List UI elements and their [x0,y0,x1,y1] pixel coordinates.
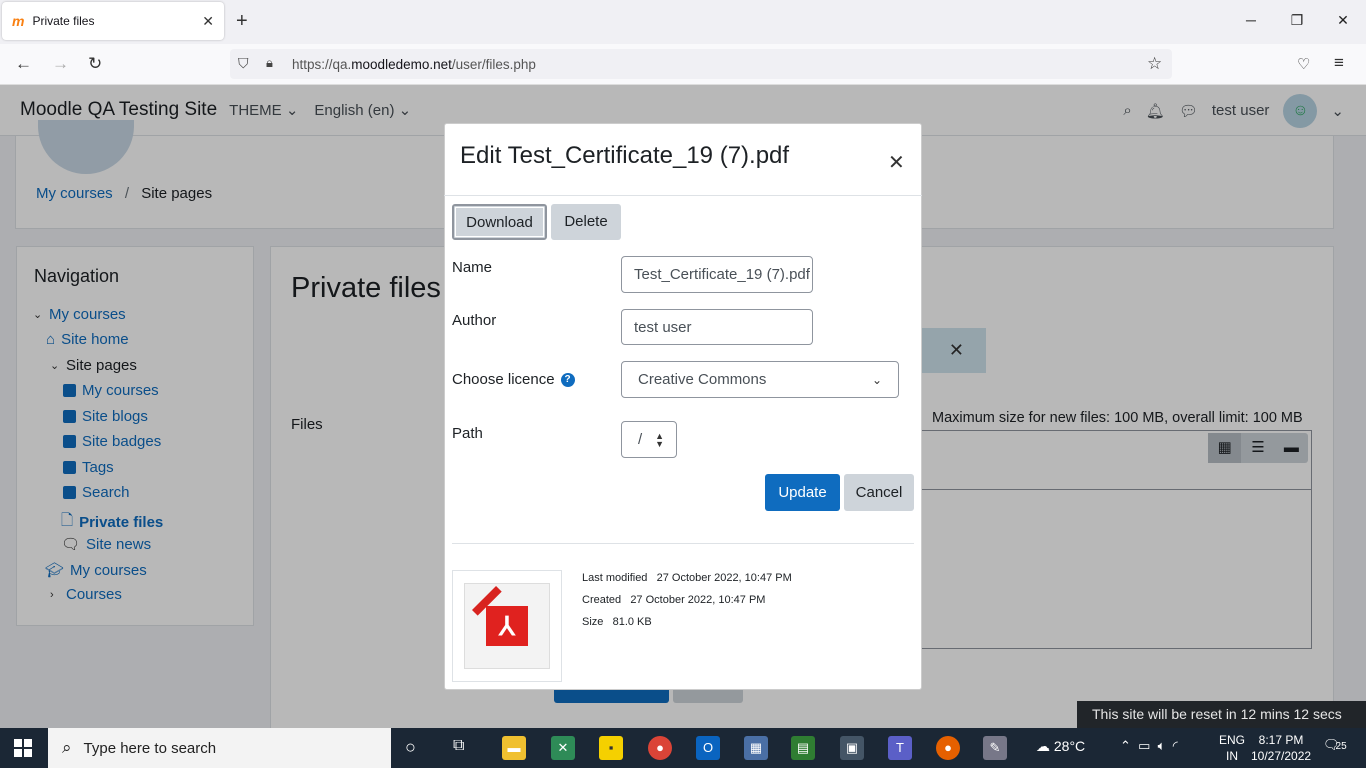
new-tab-icon[interactable]: + [236,10,248,33]
path-label: Path [452,425,483,442]
temperature: 28°C [1053,738,1086,754]
path-select[interactable]: / ▲ ▼ [621,421,677,458]
taskbar-search[interactable]: ⌕ Type here to search [48,728,391,768]
name-label: Name [452,259,493,276]
author-label: Author [452,312,497,329]
divider [444,195,922,196]
close-icon[interactable]: ✕ [888,150,905,175]
update-button[interactable]: Update [765,474,840,511]
created-label: Created [582,594,622,606]
notification-count: 25 [1335,741,1347,752]
app-icon[interactable]: ▦ [744,736,768,760]
project-icon[interactable]: ▤ [791,736,815,760]
weather-cloud-icon: ☁ [1036,738,1050,754]
wifi-icon: ◜ [1172,738,1178,753]
licence-label-text: Choose licence [452,371,555,388]
size-label: Size [582,616,604,628]
pdf-logo-icon: ⅄ [486,606,528,646]
teams-icon[interactable]: T [888,736,912,760]
battery-icon: ▭ [1138,738,1151,753]
task-view-icon[interactable]: ⧉ [453,737,464,755]
path-value: / [638,431,643,448]
licence-select[interactable]: Creative Commons ⌄ [621,361,899,398]
speaker-icon: 🔈︎ [1157,738,1166,753]
lock-icon[interactable]: 🔒︎ [266,55,273,71]
system-tray[interactable]: ⌃ ▭ 🔈︎ ◜ [1120,738,1178,754]
delete-button[interactable]: Delete [551,204,621,240]
input-language[interactable]: ENG IN [1219,732,1245,764]
firefox-icon[interactable]: ● [936,736,960,760]
last-modified-label: Last modified [582,572,648,584]
remote-desktop-icon[interactable]: ▣ [840,736,864,760]
created: Created 27 October 2022, 10:47 PM [582,594,765,606]
cortana-icon[interactable]: ○ [405,737,416,758]
browser-tab[interactable]: m Private files ✕ [2,2,224,40]
chrome-icon[interactable]: ● [648,736,672,760]
bookmark-star-icon[interactable]: ☆ [1147,54,1162,74]
reset-countdown-toast: This site will be reset in 12 mins 12 se… [1077,701,1366,728]
sort-arrows-icon: ▲ ▼ [655,430,664,449]
forward-icon[interactable]: → [52,54,69,74]
pocket-icon[interactable]: ♡ [1297,55,1310,73]
dialog-title: Edit Test_Certificate_19 (7).pdf [460,142,790,169]
licence-value: Creative Commons [638,371,767,388]
last-modified: Last modified 27 October 2022, 10:47 PM [582,572,792,584]
sticky-notes-icon[interactable]: ▪ [599,736,623,760]
url-prefix: https://qa. [292,56,352,72]
shield-icon[interactable]: ⛉ [238,55,249,72]
clock-time: 8:17 PM [1258,733,1304,747]
paint-icon[interactable]: ✎ [983,736,1007,760]
last-modified-value: 27 October 2022, 10:47 PM [656,572,792,584]
outlook-icon[interactable]: O [696,736,720,760]
divider [452,543,914,544]
taskbar-search-placeholder: Type here to search [83,739,217,757]
lang-region: IN [1226,749,1238,763]
restore-icon[interactable]: ❐ [1287,12,1307,29]
address-bar[interactable]: https://qa. moodledemo.net/user/files.php [230,49,1172,79]
chevron-up-icon: ⌃ [1120,738,1131,753]
url-path: /user/files.php [451,56,536,72]
menu-icon[interactable]: ≡ [1334,53,1344,73]
moodle-favicon-icon: m [12,13,25,29]
created-value: 27 October 2022, 10:47 PM [630,594,766,606]
download-button[interactable]: Download [452,204,547,240]
windows-start-icon[interactable] [14,739,32,757]
reload-icon[interactable]: ↻ [88,54,102,74]
back-icon[interactable]: ← [15,54,32,74]
taskbar-clock[interactable]: 8:17 PM 10/27/2022 [1251,732,1311,764]
chevron-down-icon: ⌄ [871,372,882,387]
close-window-icon[interactable]: ✕ [1333,12,1353,29]
notification-center-icon[interactable]: 🗨︎25 [1323,737,1347,753]
size-value: 81.0 KB [612,616,652,628]
cancel-button[interactable]: Cancel [844,474,914,511]
minimize-icon[interactable]: ─ [1241,12,1261,28]
lang-code: ENG [1219,733,1246,747]
search-icon: ⌕ [62,738,72,757]
author-input[interactable]: test user [621,309,813,345]
app-icon[interactable]: ✕ [551,736,575,760]
tab-title: Private files [32,14,95,28]
close-tab-icon[interactable]: ✕ [202,13,214,30]
name-input[interactable]: Test_Certificate_19 (7).pdf [621,256,813,293]
size: Size 81.0 KB [582,616,652,628]
licence-label: Choose licence? [452,371,575,388]
clock-date: 10/27/2022 [1251,749,1312,763]
help-icon[interactable]: ? [560,373,575,388]
weather-widget[interactable]: ☁ 28°C [1036,738,1085,755]
url-domain: moodledemo.net [351,56,452,72]
file-explorer-icon[interactable]: ▬ [502,736,526,760]
